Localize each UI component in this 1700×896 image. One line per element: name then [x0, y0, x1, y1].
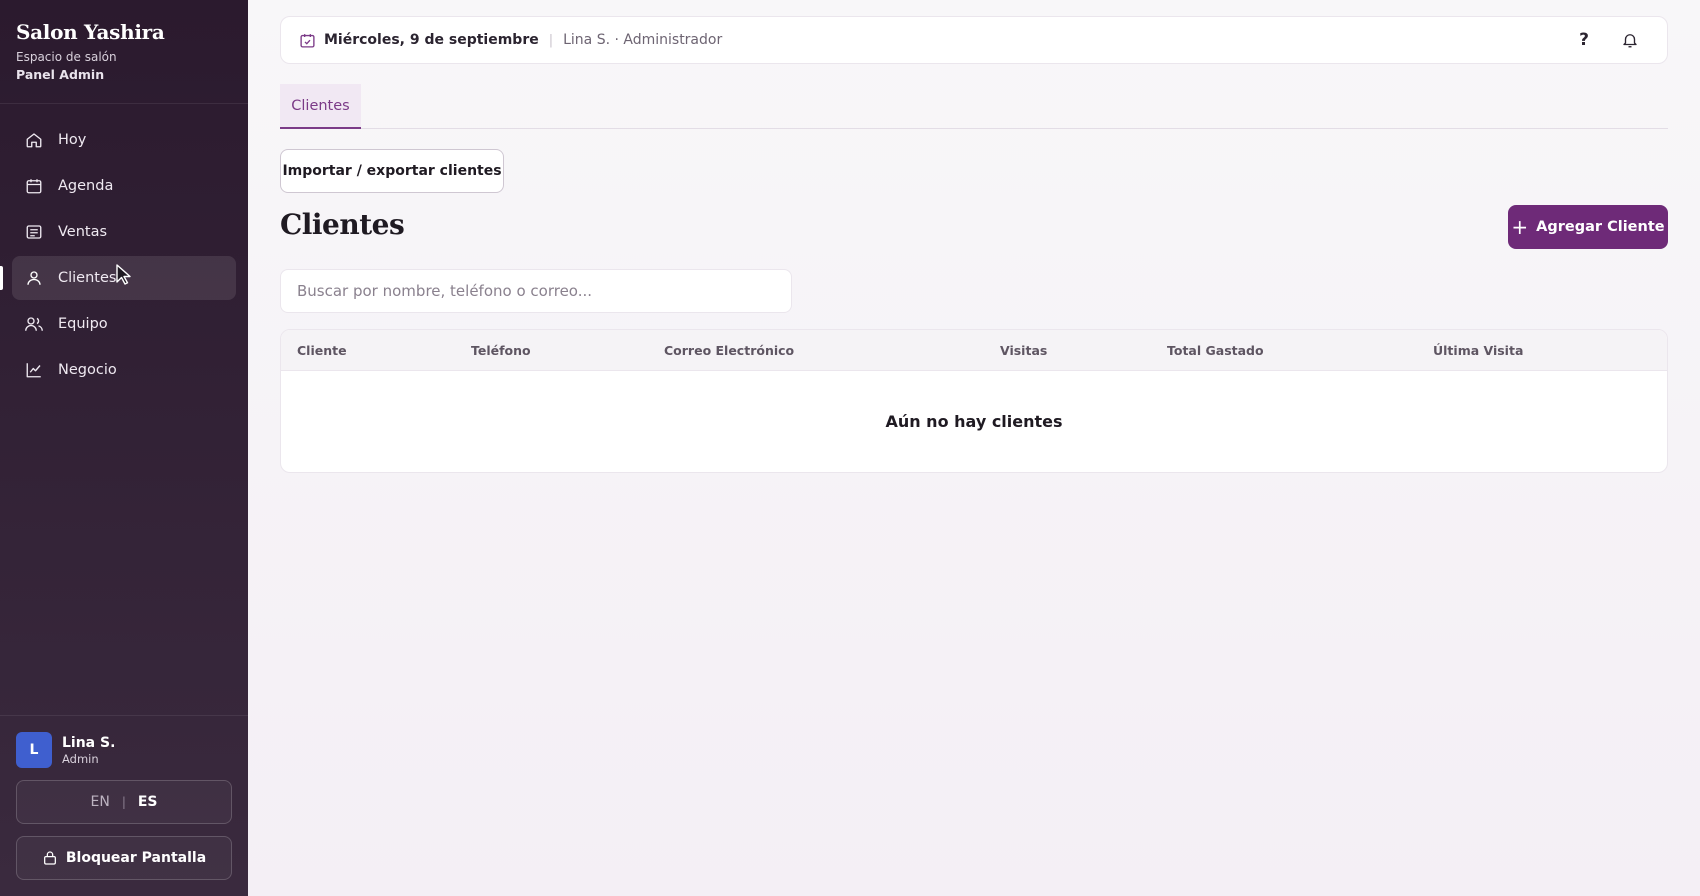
- sidebar-nav: Hoy Agenda Ventas Clientes Equipo Negoci…: [0, 104, 248, 392]
- import-export-button[interactable]: Importar / exportar clientes: [280, 149, 504, 193]
- sidebar-item-hoy[interactable]: Hoy: [12, 118, 236, 162]
- notifications-bell-icon[interactable]: [1621, 31, 1639, 49]
- lock-icon: [42, 850, 58, 866]
- language-option-en[interactable]: EN: [90, 794, 109, 810]
- column-header-visitas[interactable]: Visitas: [1000, 330, 1047, 371]
- user-icon: [24, 268, 44, 288]
- mouse-cursor-icon: [116, 264, 131, 285]
- receipt-icon: [24, 222, 44, 242]
- page-title: Clientes: [280, 208, 405, 241]
- brand-panel: Panel Admin: [16, 67, 105, 82]
- table-header: Cliente Teléfono Correo Electrónico Visi…: [281, 330, 1667, 371]
- language-switcher: EN | ES: [16, 780, 232, 824]
- brand-subtitle: Espacio de salón: [16, 50, 117, 64]
- user-role: Admin: [62, 751, 99, 766]
- column-header-total-gastado[interactable]: Total Gastado: [1167, 330, 1264, 371]
- sidebar-item-label: Agenda: [58, 178, 114, 194]
- sidebar-item-label: Equipo: [58, 316, 108, 332]
- tab-bar: Clientes: [280, 84, 1668, 129]
- current-date: Miércoles, 9 de septiembre: [324, 32, 539, 48]
- sidebar-item-label: Ventas: [58, 224, 108, 240]
- plus-icon: +: [1511, 215, 1529, 239]
- users-icon: [24, 314, 44, 334]
- sidebar-item-label: Clientes: [58, 270, 117, 286]
- chart-icon: [24, 360, 44, 380]
- sidebar-item-ventas[interactable]: Ventas: [12, 210, 236, 254]
- lock-screen-button[interactable]: Bloquear Pantalla: [16, 836, 232, 880]
- current-user-role: Lina S. · Administrador: [563, 32, 723, 48]
- add-client-label: Agregar Cliente: [1536, 219, 1665, 235]
- calendar-icon: [24, 176, 44, 196]
- sidebar-item-label: Hoy: [58, 132, 87, 148]
- sidebar-item-negocio[interactable]: Negocio: [12, 348, 236, 392]
- user-profile[interactable]: L Lina S. Admin: [16, 732, 232, 768]
- brand-title: Salon Yashira: [16, 20, 165, 44]
- language-divider: |: [121, 795, 126, 809]
- column-header-telefono[interactable]: Teléfono: [471, 330, 531, 371]
- clients-table: Cliente Teléfono Correo Electrónico Visi…: [280, 329, 1668, 473]
- topbar-divider: |: [548, 32, 554, 48]
- search-input[interactable]: [280, 269, 792, 313]
- add-client-button[interactable]: + Agregar Cliente: [1508, 205, 1668, 249]
- column-header-cliente[interactable]: Cliente: [297, 330, 347, 371]
- tab-clientes[interactable]: Clientes: [280, 84, 361, 129]
- brand: Salon Yashira Espacio de salón Panel Adm…: [0, 0, 248, 104]
- help-button[interactable]: ?: [1569, 30, 1599, 50]
- sidebar: Salon Yashira Espacio de salón Panel Adm…: [0, 0, 248, 896]
- avatar: L: [16, 732, 52, 768]
- home-icon: [24, 130, 44, 150]
- empty-state-message: Aún no hay clientes: [885, 412, 1063, 431]
- sidebar-item-equipo[interactable]: Equipo: [12, 302, 236, 346]
- language-option-es[interactable]: ES: [138, 794, 158, 810]
- column-header-ultima-visita[interactable]: Última Visita: [1433, 330, 1523, 371]
- sidebar-item-agenda[interactable]: Agenda: [12, 164, 236, 208]
- calendar-check-icon: [299, 32, 316, 49]
- lock-screen-label: Bloquear Pantalla: [65, 850, 207, 866]
- user-name: Lina S.: [62, 734, 116, 751]
- sidebar-item-label: Negocio: [58, 362, 117, 378]
- top-bar: Miércoles, 9 de septiembre | Lina S. · A…: [280, 16, 1668, 64]
- column-header-correo[interactable]: Correo Electrónico: [664, 330, 794, 371]
- sidebar-footer: L Lina S. Admin EN | ES Bloquear Pantall…: [0, 715, 248, 896]
